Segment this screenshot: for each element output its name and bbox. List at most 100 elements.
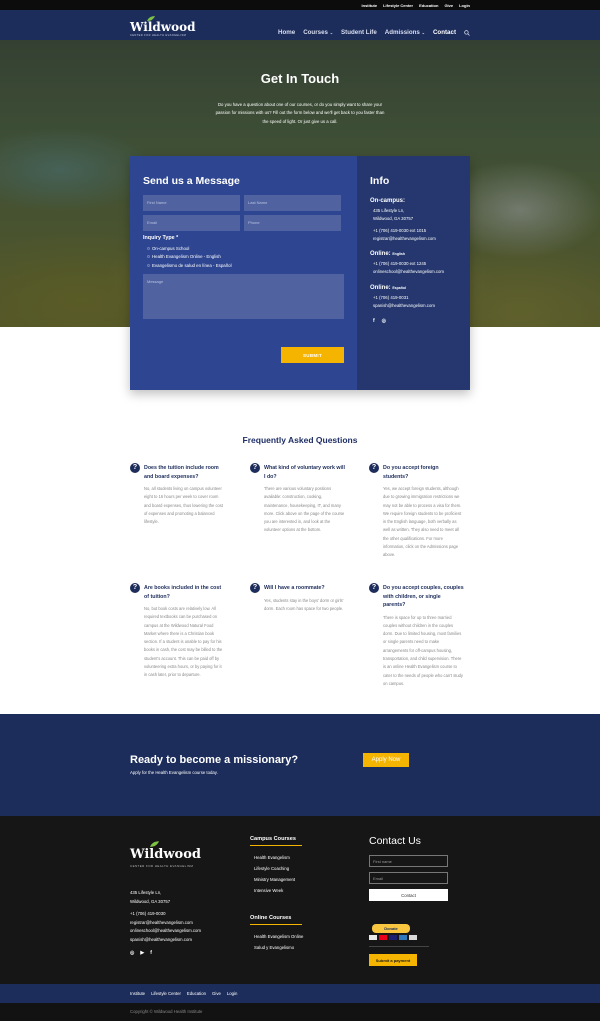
info-heading-text: Online:: [370, 251, 391, 258]
facebook-icon[interactable]: f: [373, 318, 375, 324]
inquiry-option-on-campus[interactable]: On-campus School: [143, 244, 344, 253]
last-name-field[interactable]: Last Name: [244, 195, 341, 211]
chevron-down-icon: ⌄: [329, 30, 334, 35]
faq-question: Does the tuition include room and board …: [144, 465, 219, 480]
info-phone[interactable]: +1 (706) 419-0030 ext 1015: [370, 227, 457, 235]
instagram-icon[interactable]: ◎: [382, 318, 386, 324]
faq-question: Are books included in the cost of tuitio…: [144, 585, 222, 600]
faq-answer: There is space for up to three married c…: [383, 614, 463, 686]
info-address-line: Wildwood, GA 30757: [373, 216, 414, 222]
footer-link-lifestyle-center[interactable]: Lifestyle Center: [151, 991, 181, 996]
footer-phone[interactable]: +1 (706) 419-0030: [130, 910, 201, 919]
faq-answer: No, all students living on campus volunt…: [144, 486, 223, 525]
menu-home[interactable]: Home: [278, 29, 295, 36]
divider: [250, 924, 302, 925]
info-email[interactable]: spanish@healthevangelism.com: [370, 302, 457, 310]
submit-button[interactable]: SUBMIT: [281, 347, 344, 363]
footer-course-link[interactable]: Health Evangelism Online: [250, 931, 303, 942]
card-icon: [389, 935, 397, 940]
footer-email[interactable]: onlineschool@healthevangelism.com: [130, 927, 201, 936]
message-form: Send us a Message First Name Last Name E…: [130, 156, 357, 390]
radio-button[interactable]: [147, 246, 150, 250]
divider: [369, 946, 429, 947]
inquiry-type-label: Inquiry Type *: [143, 235, 179, 241]
footer-email-input[interactable]: Email: [369, 872, 448, 884]
footer-email[interactable]: registrar@healthevangelism.com: [130, 919, 201, 928]
menu-student-life[interactable]: Student Life: [341, 29, 377, 36]
footer-email[interactable]: spanish@healthevangelism.com: [130, 936, 201, 945]
faq-answer: Yes, students stay in the boys' dorm or …: [264, 598, 344, 612]
message-textarea[interactable]: Message: [143, 273, 344, 319]
footer-course-link[interactable]: Lifestyle Coaching: [250, 863, 302, 874]
inquiry-option-online-spanish[interactable]: Evangelismo de salud en línea - Español: [143, 261, 344, 270]
facebook-icon[interactable]: f: [150, 950, 152, 956]
logo-tagline: CENTER FOR HEALTH EVANGELISM: [130, 34, 187, 37]
info-social-links: f ◎: [370, 318, 457, 324]
faq-question: Do you accept foreign students?: [383, 465, 439, 480]
menu-courses-label: Courses: [303, 29, 328, 36]
top-link-lifestyle-center[interactable]: Lifestyle Center: [383, 3, 413, 8]
info-phone[interactable]: +1 (706) 419-0031: [370, 294, 457, 302]
info-email[interactable]: onlineschool@healthevangelism.com: [370, 268, 457, 276]
footer-campus-courses: Campus Courses Health Evangelism Lifesty…: [250, 836, 302, 896]
menu-courses[interactable]: Courses ⌄: [303, 29, 333, 36]
footer-course-link[interactable]: Salud y Evangelismo: [250, 942, 303, 953]
footer-logo[interactable]: Wildwood CENTER FOR HEALTH EVANGELISM: [130, 841, 201, 868]
inquiry-option-online-english[interactable]: Health Evangelism Online - English: [143, 253, 344, 262]
footer-link-education[interactable]: Education: [187, 991, 206, 996]
footer-social-links: ◎ ▶ f: [130, 950, 152, 956]
top-link-education[interactable]: Education: [419, 3, 438, 8]
donate-button[interactable]: Donate: [372, 924, 410, 933]
footer-link-institute[interactable]: Institute: [130, 991, 145, 996]
phone-field[interactable]: Phone: [244, 215, 341, 231]
footer-first-name-input[interactable]: First name: [369, 855, 448, 867]
footer-contact-button[interactable]: Contact: [369, 889, 448, 901]
info-section-heading: Online: English: [370, 251, 457, 257]
footer-logo-tagline: CENTER FOR HEALTH EVANGELISM: [130, 864, 194, 868]
footer-contacts: +1 (706) 419-0030 registrar@healthevange…: [130, 910, 201, 944]
hero-text: Do you have a question about one of our …: [215, 102, 385, 124]
inquiry-option-label: Evangelismo de salud en línea - Español: [152, 262, 232, 268]
info-heading-language: Español: [392, 285, 406, 290]
form-title: Send us a Message: [143, 175, 240, 187]
info-phone[interactable]: +1 (706) 419-0030 ext 1245: [370, 260, 457, 268]
card-icon: [379, 935, 387, 940]
apply-now-button[interactable]: Apply Now: [363, 753, 409, 767]
footer-course-link[interactable]: Health Evangelism: [250, 852, 302, 863]
menu-contact[interactable]: Contact: [433, 29, 456, 36]
cta-title: Ready to become a missionary?: [130, 754, 299, 766]
footer-link-give[interactable]: Give: [212, 991, 221, 996]
top-link-give[interactable]: Give: [444, 3, 453, 8]
submit-payment-button[interactable]: Submit a payment: [369, 954, 417, 966]
footer-course-link[interactable]: Intensive Week: [250, 885, 302, 896]
question-icon: ?: [369, 463, 379, 473]
top-link-institute[interactable]: Institute: [362, 3, 378, 8]
first-name-field[interactable]: First Name: [143, 195, 240, 211]
chevron-down-icon: ⌄: [421, 30, 425, 35]
faq-question: Do you accept couples, couples with chil…: [383, 585, 464, 608]
info-address-line: 435 Lifestyle Ln,: [373, 208, 405, 213]
menu-admissions-label: Admissions: [384, 29, 420, 36]
info-section-heading: Online: Español: [370, 285, 457, 291]
info-email[interactable]: registrar@healthevangelism.com: [370, 235, 457, 243]
faq-title: Frequently Asked Questions: [242, 435, 358, 445]
menu-admissions[interactable]: Admissions ⌄: [385, 29, 425, 36]
info-on-campus: On-campus: 435 Lifestyle Ln, Wildwood, G…: [370, 198, 457, 243]
youtube-icon[interactable]: ▶: [140, 950, 144, 956]
info-section-heading: On-campus:: [370, 198, 406, 204]
radio-button[interactable]: [147, 255, 150, 259]
top-link-login[interactable]: Login: [459, 3, 470, 8]
instagram-icon[interactable]: ◎: [130, 950, 134, 956]
payment-cards: [369, 935, 429, 940]
faq-item: ? Does the tuition include room and board…: [130, 463, 225, 526]
search-icon[interactable]: [464, 29, 470, 36]
radio-button[interactable]: [147, 263, 150, 267]
faq-answer: There are various voluntary positions av…: [264, 486, 345, 533]
footer-course-link[interactable]: Ministry Management: [250, 874, 302, 885]
question-icon: ?: [369, 583, 379, 593]
site-logo[interactable]: Wildwood CENTER FOR HEALTH EVANGELISM: [130, 16, 196, 37]
question-icon: ?: [250, 463, 260, 473]
info-panel: Info On-campus: 435 Lifestyle Ln, Wildwo…: [357, 156, 470, 390]
email-field[interactable]: Email: [143, 215, 240, 231]
footer-link-login[interactable]: Login: [227, 991, 238, 996]
